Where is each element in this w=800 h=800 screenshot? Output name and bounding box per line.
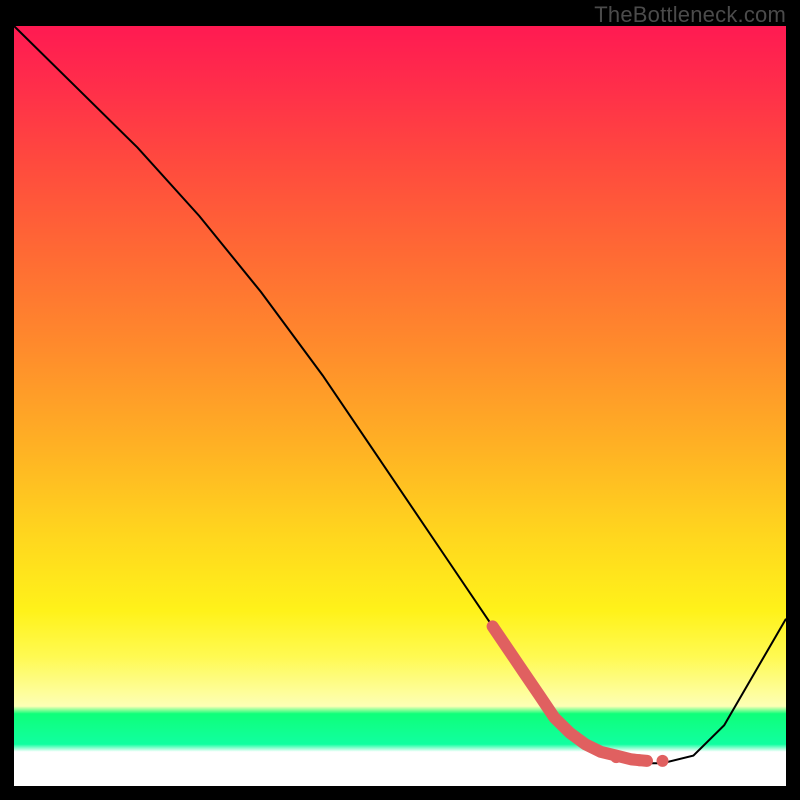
bottleneck-curve — [14, 26, 786, 763]
optimal-zone-dots — [610, 751, 668, 767]
chart-frame — [14, 26, 786, 786]
optimal-zone-stroke — [493, 626, 647, 761]
optimal-zone-dot — [657, 755, 669, 767]
optimal-zone-dot — [633, 754, 645, 766]
watermark-text: TheBottleneck.com — [594, 2, 786, 28]
chart-svg — [14, 26, 786, 786]
optimal-zone-dot — [610, 751, 622, 763]
